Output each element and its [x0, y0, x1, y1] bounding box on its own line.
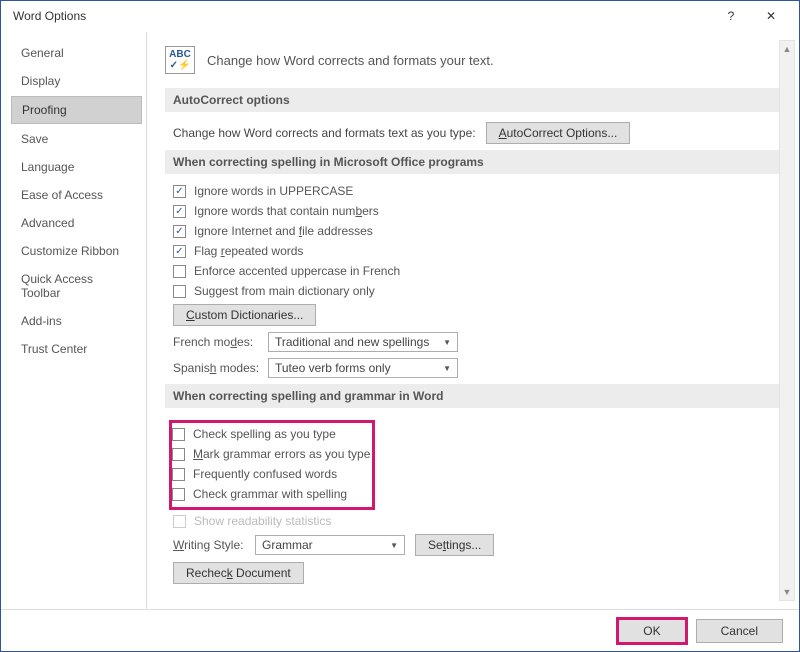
checkbox-ignore-internet[interactable] — [173, 225, 186, 238]
custom-dictionaries-button[interactable]: Custom Dictionaries... — [173, 304, 316, 326]
checkbox-suggest-main[interactable] — [173, 285, 186, 298]
label-freq-confused[interactable]: Frequently confused words — [193, 467, 337, 481]
page-heading-row: ABC✓⚡ Change how Word corrects and forma… — [165, 46, 779, 74]
spanish-modes-label: Spanish modes: — [173, 361, 268, 375]
writing-style-label: Writing Style: — [173, 538, 255, 552]
sidebar-item-language[interactable]: Language — [11, 154, 142, 180]
help-button[interactable]: ? — [711, 1, 751, 31]
label-flag-repeated[interactable]: Flag repeated words — [194, 244, 303, 258]
scroll-up-arrow[interactable]: ▲ — [780, 41, 794, 57]
sidebar-item-add-ins[interactable]: Add-ins — [11, 308, 142, 334]
sidebar-item-proofing[interactable]: Proofing — [11, 96, 142, 124]
chevron-down-icon: ▼ — [390, 541, 398, 550]
autocorrect-row: Change how Word corrects and formats tex… — [165, 122, 779, 144]
french-modes-label: French modes: — [173, 335, 268, 349]
sidebar-item-save[interactable]: Save — [11, 126, 142, 152]
autocorrect-desc: Change how Word corrects and formats tex… — [173, 126, 476, 140]
sidebar-item-customize-ribbon[interactable]: Customize Ribbon — [11, 238, 142, 264]
titlebar: Word Options ? ✕ — [1, 1, 799, 31]
label-ignore-internet[interactable]: Ignore Internet and file addresses — [194, 224, 373, 238]
sidebar-item-general[interactable]: General — [11, 40, 142, 66]
label-mark-grammar[interactable]: Mark grammar errors as you type — [193, 447, 370, 461]
checkbox-check-spelling[interactable] — [172, 428, 185, 441]
word-options-dialog: Word Options ? ✕ General Display Proofin… — [0, 0, 800, 652]
french-modes-dropdown[interactable]: Traditional and new spellings▼ — [268, 332, 458, 352]
proofing-icon: ABC✓⚡ — [165, 46, 195, 74]
writing-style-dropdown[interactable]: Grammar▼ — [255, 535, 405, 555]
label-readability: Show readability statistics — [194, 514, 331, 528]
label-suggest-main[interactable]: Suggest from main dictionary only — [194, 284, 375, 298]
sidebar-item-ease-of-access[interactable]: Ease of Access — [11, 182, 142, 208]
settings-button[interactable]: Settings... — [415, 534, 494, 556]
label-ignore-uppercase[interactable]: Ignore words in UPPERCASE — [194, 184, 353, 198]
label-ignore-numbers[interactable]: Ignore words that contain numbers — [194, 204, 379, 218]
checkbox-enforce-french[interactable] — [173, 265, 186, 278]
checkbox-grammar-with-spelling[interactable] — [172, 488, 185, 501]
close-button[interactable]: ✕ — [751, 1, 791, 31]
checkbox-readability — [173, 515, 186, 528]
label-grammar-with-spelling[interactable]: Check grammar with spelling — [193, 487, 347, 501]
dialog-footer: OK Cancel — [1, 609, 799, 651]
chevron-down-icon: ▼ — [443, 338, 451, 347]
sidebar-item-advanced[interactable]: Advanced — [11, 210, 142, 236]
recheck-document-button[interactable]: Recheck Document — [173, 562, 304, 584]
label-check-spelling[interactable]: Check spelling as you type — [193, 427, 336, 441]
checkbox-ignore-uppercase[interactable] — [173, 185, 186, 198]
cancel-button[interactable]: Cancel — [696, 619, 783, 643]
highlighted-options-box: Check spelling as you type Mark grammar … — [169, 420, 375, 510]
dialog-body: General Display Proofing Save Language E… — [1, 31, 799, 609]
checkbox-flag-repeated[interactable] — [173, 245, 186, 258]
checkbox-ignore-numbers[interactable] — [173, 205, 186, 218]
scroll-down-arrow[interactable]: ▼ — [780, 584, 794, 600]
content-panel: ABC✓⚡ Change how Word corrects and forma… — [147, 32, 799, 609]
checkbox-freq-confused[interactable] — [172, 468, 185, 481]
autocorrect-options-button[interactable]: AutoCorrect Options... — [486, 122, 631, 144]
sidebar: General Display Proofing Save Language E… — [7, 32, 147, 609]
checkbox-mark-grammar[interactable] — [172, 448, 185, 461]
chevron-down-icon: ▼ — [443, 364, 451, 373]
vertical-scrollbar[interactable]: ▲ ▼ — [779, 40, 795, 601]
section-autocorrect-header: AutoCorrect options — [165, 88, 779, 112]
page-heading: Change how Word corrects and formats you… — [207, 53, 494, 68]
label-enforce-french[interactable]: Enforce accented uppercase in French — [194, 264, 400, 278]
sidebar-item-quick-access-toolbar[interactable]: Quick Access Toolbar — [11, 266, 142, 306]
section-spelling-office-header: When correcting spelling in Microsoft Of… — [165, 150, 779, 174]
sidebar-item-display[interactable]: Display — [11, 68, 142, 94]
spanish-modes-dropdown[interactable]: Tuteo verb forms only▼ — [268, 358, 458, 378]
section-spelling-word-header: When correcting spelling and grammar in … — [165, 384, 779, 408]
ok-button[interactable]: OK — [618, 619, 685, 643]
window-title: Word Options — [9, 9, 711, 23]
sidebar-item-trust-center[interactable]: Trust Center — [11, 336, 142, 362]
